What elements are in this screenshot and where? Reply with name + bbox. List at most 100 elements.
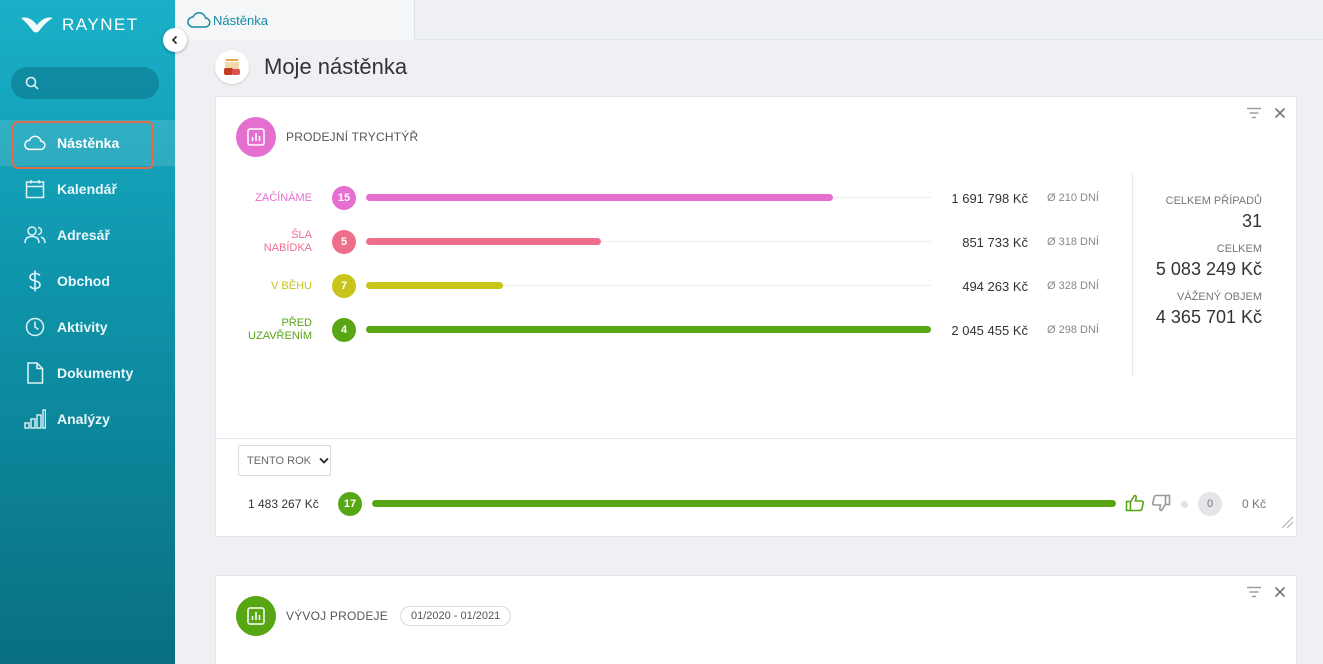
card-actions: [1246, 107, 1286, 119]
filter-icon[interactable]: [1246, 586, 1262, 598]
thumbs-up-icon[interactable]: [1125, 493, 1145, 518]
sidebar-item-label: Analýzy: [57, 411, 110, 427]
search-icon: [25, 76, 39, 90]
sidebar-item-aktivity[interactable]: Aktivity: [0, 304, 175, 350]
lost-amount: 0 Kč: [1241, 497, 1266, 511]
tab-label: Nástěnka: [213, 12, 268, 28]
stage-bar: [366, 238, 601, 245]
stage-avg-days: Ø 318 DNÍ: [1047, 236, 1099, 248]
stat-weighted-value: 4 365 701 Kč: [1155, 307, 1262, 327]
won-count-badge: 17: [338, 492, 362, 516]
stage-bar: [366, 194, 833, 201]
sidebar-item-label: Dokumenty: [57, 365, 134, 381]
close-icon[interactable]: [1274, 586, 1286, 598]
bird-logo-icon: [21, 17, 53, 33]
period-value: TENTO ROK: [247, 454, 311, 467]
sales-widget: VÝVOJ PRODEJE 01/2020 - 01/2021: [215, 575, 1297, 664]
thumbs-down-icon[interactable]: [1151, 493, 1171, 518]
stage-avg-days: Ø 298 DNÍ: [1047, 324, 1099, 336]
won-progress-bar: [372, 500, 1116, 507]
funnel-title: PRODEJNÍ TRYCHTÝŘ: [286, 130, 419, 144]
funnel-stage-row[interactable]: V BĚHU 7 494 263 Kč Ø 328 DNÍ: [216, 271, 1116, 301]
funnel-stage-row[interactable]: PŘED UZAVŘENÍM 4 2 045 455 Kč Ø 298 DNÍ: [216, 315, 1116, 345]
lost-count-badge: 0: [1198, 492, 1222, 516]
stage-label: V BĚHU: [271, 280, 312, 293]
chart-icon: [236, 596, 276, 636]
sidebar-item-kalendar[interactable]: Kalendář: [0, 166, 175, 212]
collapse-sidebar-button[interactable]: [163, 28, 187, 52]
cloud-icon: [24, 132, 46, 154]
stage-label-line2: NABÍDKA: [263, 242, 312, 254]
funnel-stage-row[interactable]: ZAČÍNÁME 15 1 691 798 Kč Ø 210 DNÍ: [216, 183, 1116, 213]
raynet-logo[interactable]: RAYNET: [20, 12, 139, 38]
filter-icon[interactable]: [1246, 107, 1262, 119]
stat-total-label: CELKEM: [1216, 243, 1262, 255]
summary-divider: [216, 438, 1297, 439]
sidebar-item-adresar[interactable]: Adresář: [0, 212, 175, 258]
stage-amount: 1 691 798 Kč: [951, 191, 1028, 206]
bar-chart-icon: [24, 408, 46, 430]
stage-amount: 494 263 Kč: [962, 279, 1028, 294]
stage-count-badge: 15: [332, 186, 356, 210]
search-input[interactable]: [47, 75, 147, 91]
funnel-header: PRODEJNÍ TRYCHTÝŘ: [236, 117, 418, 157]
funnel-widget: PRODEJNÍ TRYCHTÝŘ ZAČÍNÁME 15 1 691 798 Kč…: [215, 96, 1297, 537]
stage-bar: [366, 282, 503, 289]
contacts-icon: [24, 224, 46, 246]
chevron-down-icon: [319, 457, 329, 464]
resize-handle-icon[interactable]: [1280, 515, 1294, 534]
avatar[interactable]: [215, 50, 249, 84]
close-icon[interactable]: [1274, 107, 1286, 119]
sidebar-item-label: Obchod: [57, 273, 110, 289]
sidebar-item-nastenka[interactable]: Nástěnka: [0, 120, 175, 169]
stats-divider: [1132, 173, 1133, 377]
sidebar-item-label: Nástěnka: [57, 135, 120, 151]
stage-label: ŠLA NABÍDKA: [264, 229, 312, 255]
stage-label-line2: UZAVŘENÍM: [248, 330, 312, 342]
period-select[interactable]: TENTO ROK: [238, 445, 331, 476]
stage-count-badge: 5: [332, 230, 356, 254]
calendar-icon: [24, 178, 46, 200]
tab-nastenka[interactable]: Nástěnka: [175, 0, 415, 40]
sidebar-item-obchod[interactable]: Obchod: [0, 258, 175, 304]
page-title: Moje nástěnka: [264, 54, 408, 79]
stat-cases-value: 31: [1241, 211, 1262, 231]
stage-bar: [366, 326, 931, 333]
sales-header: VÝVOJ PRODEJE 01/2020 - 01/2021: [236, 596, 512, 636]
stage-count-badge: 4: [332, 318, 356, 342]
sidebar: RAYNET Nástěnka Kalendář Adresář Obchod …: [0, 0, 175, 664]
date-range-pill[interactable]: 01/2020 - 01/2021: [399, 606, 512, 626]
chart-icon: [236, 117, 276, 157]
stage-label-line1: ZAČÍNÁME: [255, 192, 312, 204]
stage-avg-days: Ø 328 DNÍ: [1047, 280, 1099, 292]
brand-name: RAYNET: [62, 15, 139, 34]
search-box[interactable]: [11, 67, 159, 99]
stage-label-line1: PŘED: [281, 317, 312, 329]
funnel-stage-row[interactable]: ŠLA NABÍDKA 5 851 733 Kč Ø 318 DNÍ: [216, 227, 1116, 257]
main-nav: Nástěnka Kalendář Adresář Obchod Aktivit…: [0, 120, 175, 442]
won-summary-row: 1 483 267 Kč 17 0 0 Kč: [216, 489, 1297, 519]
document-icon: [24, 362, 46, 384]
funnel-stats: CELKEM PŘÍPADŮ 31 CELKEM 5 083 249 Kč VÁ…: [1156, 195, 1262, 328]
chevron-left-icon: [171, 35, 178, 45]
stage-avg-days: Ø 210 DNÍ: [1047, 192, 1099, 204]
stage-label-line1: V BĚHU: [271, 280, 312, 292]
avatar-image: [224, 59, 240, 75]
sidebar-item-analyzy[interactable]: Analýzy: [0, 396, 175, 442]
stat-cases-label: CELKEM PŘÍPADŮ: [1165, 195, 1262, 207]
stage-amount: 851 733 Kč: [962, 235, 1028, 250]
stage-label: ZAČÍNÁME: [255, 192, 312, 205]
dollar-icon: [24, 270, 46, 292]
cloud-icon: [187, 11, 211, 29]
sidebar-item-dokumenty[interactable]: Dokumenty: [0, 350, 175, 396]
card-actions: [1246, 586, 1286, 598]
stage-amount: 2 045 455 Kč: [951, 323, 1028, 338]
sidebar-item-label: Kalendář: [57, 181, 117, 197]
stat-total-value: 5 083 249 Kč: [1155, 259, 1262, 279]
sidebar-item-label: Aktivity: [57, 319, 108, 335]
separator-dot: [1181, 501, 1188, 508]
clock-icon: [24, 316, 46, 338]
sidebar-item-label: Adresář: [57, 227, 110, 243]
stage-count-badge: 7: [332, 274, 356, 298]
top-bar: Nástěnka: [175, 0, 1323, 40]
